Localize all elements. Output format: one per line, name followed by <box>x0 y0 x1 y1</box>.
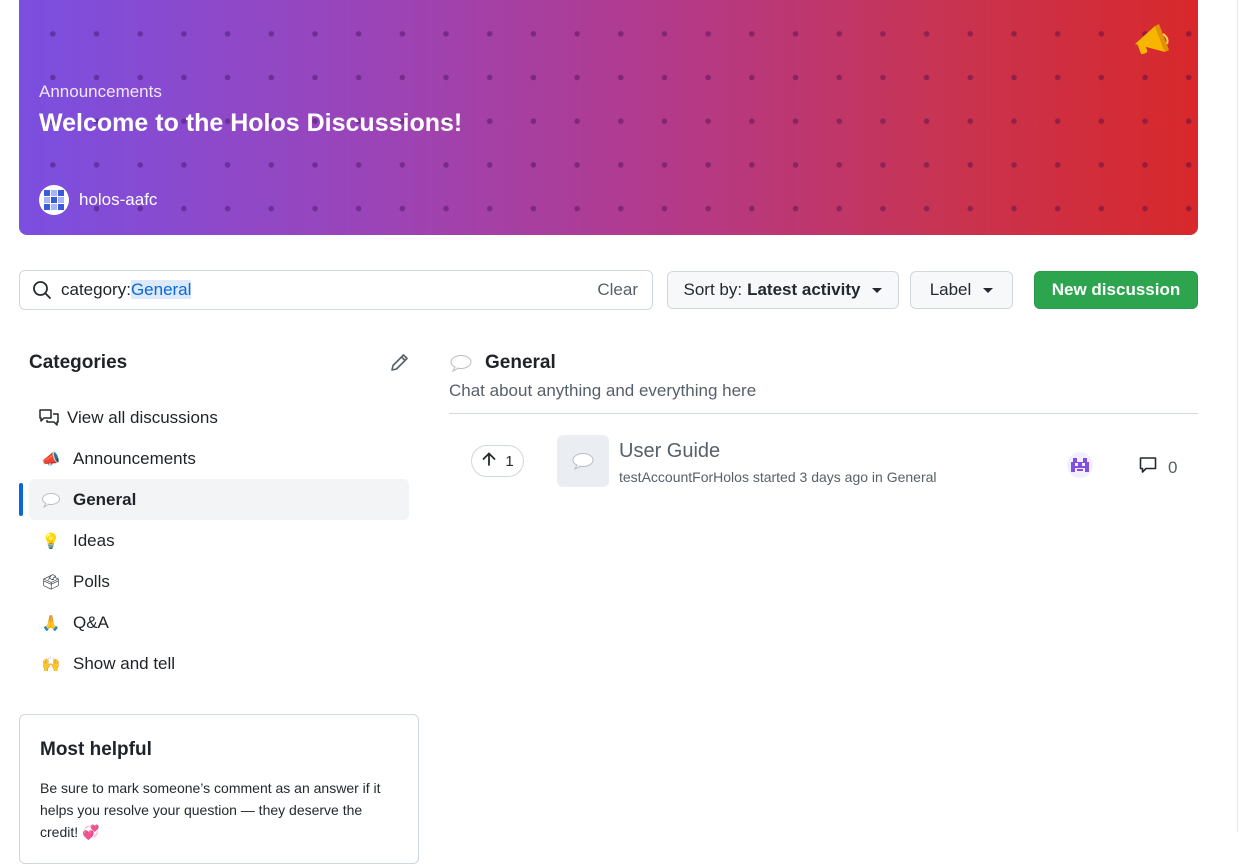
banner-author-name[interactable]: holos-aafc <box>79 190 157 210</box>
banner-title[interactable]: Welcome to the Holos Discussions! <box>39 109 462 138</box>
category-name: General <box>485 352 556 373</box>
category-list: View all discussions 📣 Announcements Gen… <box>19 397 409 684</box>
label-button-text: Label <box>929 280 972 299</box>
sidebar-item-polls[interactable]: 🗳 Polls <box>29 561 409 602</box>
sidebar-item-label: Ideas <box>73 530 115 550</box>
sidebar-item-label: Show and tell <box>73 653 176 673</box>
new-discussion-button[interactable]: New discussion <box>1034 271 1198 309</box>
sidebar-item-qa[interactable]: 🙏 Q&A <box>29 602 409 643</box>
comment-count-value: 0 <box>1168 457 1178 477</box>
discussion-title-link[interactable]: User Guide <box>619 440 720 463</box>
sort-value: Latest activity <box>747 280 861 299</box>
sidebar-item-announcements[interactable]: 📣 Announcements <box>29 438 409 479</box>
search-field[interactable]: category:General Clear <box>19 270 653 310</box>
lightbulb-icon: 💡 <box>41 532 61 550</box>
upvote-count: 1 <box>505 452 514 470</box>
most-helpful-title: Most helpful <box>40 739 152 760</box>
sort-button[interactable]: Sort by: Latest activity <box>667 271 899 309</box>
org-avatar <box>39 185 69 215</box>
category-title: General <box>449 352 556 374</box>
announcement-banner[interactable]: Announcements Welcome to the Holos Discu… <box>19 0 1198 235</box>
banner-author[interactable]: holos-aafc <box>39 185 157 215</box>
participant-avatar[interactable] <box>1067 452 1093 483</box>
clear-search-button[interactable]: Clear <box>597 280 638 300</box>
discussions-icon <box>37 408 61 428</box>
speech-balloon-icon <box>39 492 63 508</box>
most-helpful-text: Be sure to mark someone’s comment as an … <box>40 780 381 840</box>
search-query-highlight: General <box>130 280 192 299</box>
raised-hands-icon: 🙌 <box>41 655 61 673</box>
sidebar-item-label: Polls <box>73 571 110 591</box>
sort-prefix: Sort by: <box>683 280 743 299</box>
sidebar-item-show-and-tell[interactable]: 🙌 Show and tell <box>29 643 409 684</box>
person-praying-icon: 🙏 <box>41 614 61 632</box>
scrollbar-edge <box>1237 0 1238 832</box>
banner-category[interactable]: Announcements <box>39 82 162 102</box>
sidebar-item-label: Announcements <box>73 448 196 468</box>
speech-balloon-icon <box>449 354 473 372</box>
comment-count[interactable]: 0 <box>1138 455 1177 480</box>
search-icon <box>32 280 52 300</box>
chevron-down-icon <box>983 287 994 293</box>
comment-icon <box>1138 455 1158 480</box>
speech-balloon-icon <box>557 435 609 487</box>
category-description: Chat about anything and everything here <box>449 381 757 400</box>
sidebar-item-label: View all discussions <box>67 407 218 427</box>
megaphone-icon <box>1129 18 1173 67</box>
category-header: General Chat about anything and everythi… <box>449 350 1198 414</box>
pencil-icon[interactable] <box>388 352 410 379</box>
chevron-down-icon <box>872 287 883 293</box>
categories-heading: Categories <box>29 352 128 373</box>
discussion-meta: testAccountForHolos started 3 days ago i… <box>619 469 937 485</box>
sidebar-item-general[interactable]: General <box>19 479 409 520</box>
ballot-box-icon: 🗳 <box>41 573 61 591</box>
most-helpful-card: Most helpful Be sure to mark someone’s c… <box>19 714 419 864</box>
sidebar-item-label: General <box>73 489 137 509</box>
megaphone-icon: 📣 <box>41 450 61 468</box>
search-query-prefix: category: <box>61 280 131 299</box>
discussion-row[interactable]: 1 User Guide testAccountForHolos started… <box>449 430 1198 490</box>
search-input[interactable]: category:General <box>61 280 192 300</box>
sidebar-item-ideas[interactable]: 💡 Ideas <box>29 520 409 561</box>
sidebar-item-label: Q&A <box>73 612 109 632</box>
label-filter-button[interactable]: Label <box>910 271 1013 309</box>
upvote-button[interactable]: 1 <box>471 445 524 477</box>
sidebar-item-view-all[interactable]: View all discussions <box>29 397 409 438</box>
arrow-up-icon <box>481 451 497 471</box>
